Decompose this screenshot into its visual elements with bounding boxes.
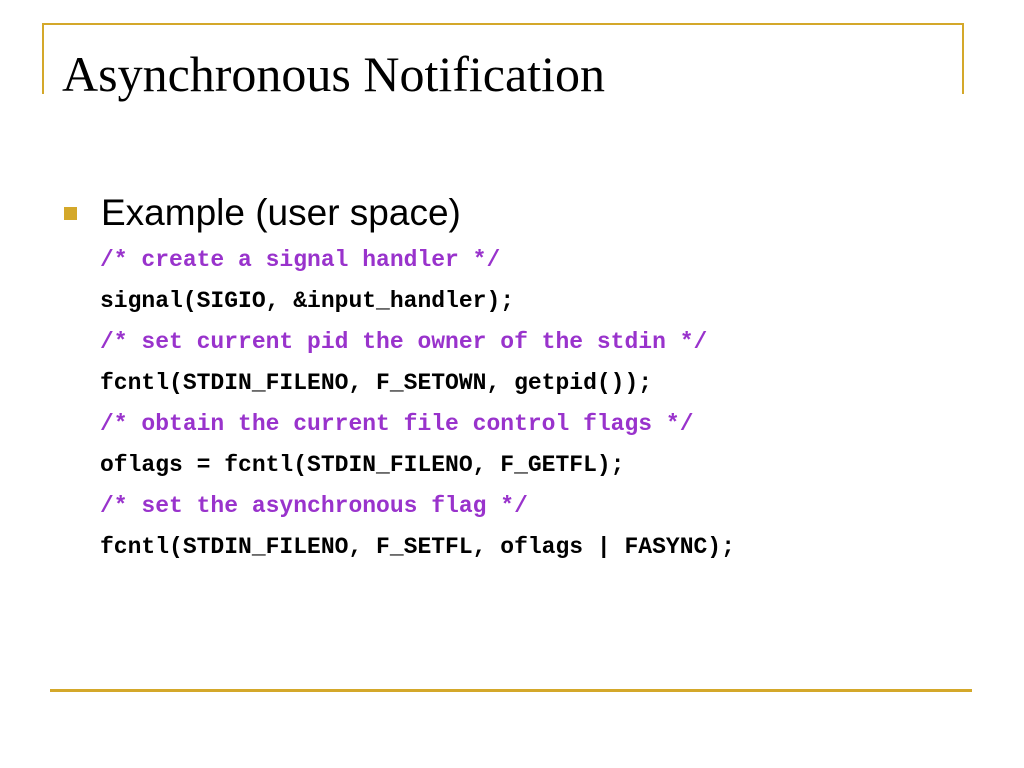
code-block: /* create a signal handler */ signal(SIG… [100, 240, 735, 568]
square-bullet-icon [64, 207, 77, 220]
code-statement-line: fcntl(STDIN_FILENO, F_SETFL, oflags | FA… [100, 534, 735, 560]
slide-title: Asynchronous Notification [62, 46, 605, 102]
frame-right-rule [962, 23, 964, 94]
code-comment-line: /* obtain the current file control flags… [100, 411, 694, 437]
code-statement-line: fcntl(STDIN_FILENO, F_SETOWN, getpid()); [100, 370, 653, 396]
code-comment-line: /* create a signal handler */ [100, 247, 501, 273]
frame-top-rule [42, 23, 964, 25]
bottom-divider [50, 689, 972, 692]
bullet-heading: Example (user space) [101, 192, 461, 233]
code-comment-line: /* set current pid the owner of the stdi… [100, 329, 708, 355]
code-statement-line: signal(SIGIO, &input_handler); [100, 288, 515, 314]
code-statement-line: oflags = fcntl(STDIN_FILENO, F_GETFL); [100, 452, 625, 478]
frame-left-rule [42, 23, 44, 94]
code-comment-line: /* set the asynchronous flag */ [100, 493, 528, 519]
